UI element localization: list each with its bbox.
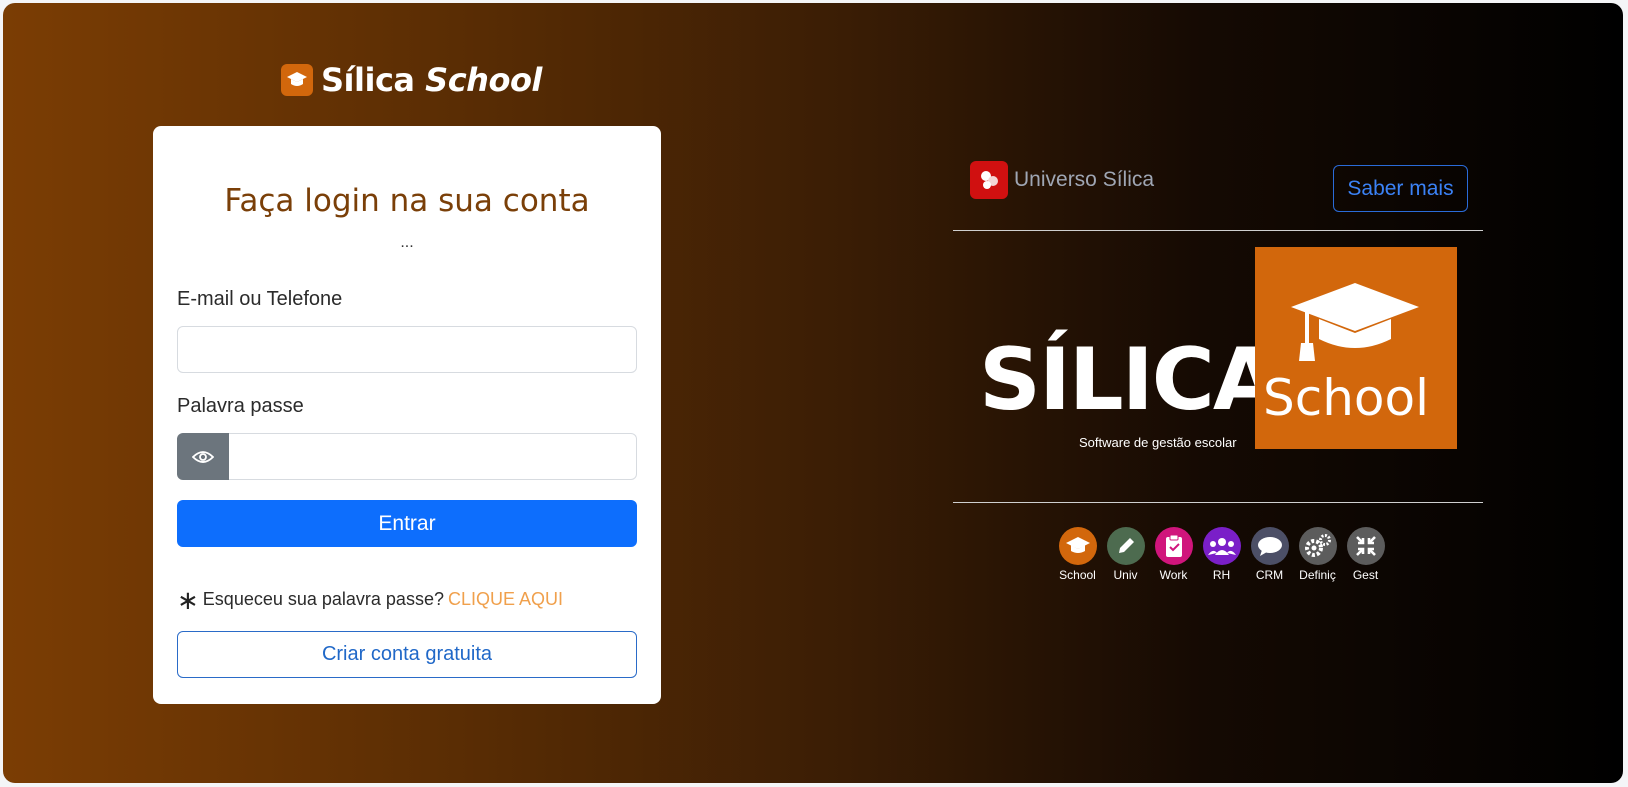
hero-logo: SÍLICA Software de gestão escolar School [953, 247, 1483, 457]
divider [953, 230, 1483, 231]
app-work[interactable]: Work [1154, 527, 1193, 582]
universe-header: Universo Sílica [970, 161, 1154, 199]
chat-bubble-icon [1250, 527, 1289, 565]
app-launcher: School Univ Work RH CRM Definiç Gest [1058, 527, 1385, 582]
password-label: Palavra passe [177, 395, 304, 417]
brand-name: Sílica School [321, 61, 542, 99]
hero-box-text: School [1263, 369, 1429, 427]
universe-name: Universo Sílica [1014, 168, 1155, 191]
graduation-cap-icon [281, 64, 313, 96]
compress-icon [1346, 527, 1385, 565]
email-label: E-mail ou Telefone [177, 288, 343, 310]
hero-box: School [1255, 247, 1457, 449]
graduation-cap-icon [1058, 527, 1097, 565]
app-univ[interactable]: Univ [1106, 527, 1145, 582]
clipboard-check-icon [1154, 527, 1193, 565]
forgot-password: ∗ Esqueceu sua palavra passe? CLIQUE AQU… [177, 584, 563, 615]
app-definicoes[interactable]: Definiç [1298, 527, 1337, 582]
universe-logo-icon [970, 161, 1008, 199]
subtitle-dots: ... [400, 234, 414, 251]
app-school[interactable]: School [1058, 527, 1097, 582]
email-field[interactable] [177, 326, 637, 373]
asterisk-icon: ∗ [177, 584, 199, 615]
create-account-button[interactable]: Criar conta gratuita [177, 631, 637, 678]
password-group [177, 433, 637, 480]
pencil-icon [1106, 527, 1145, 565]
login-button[interactable]: Entrar [177, 500, 637, 547]
page-background: Sílica School Faça login na sua conta ..… [3, 3, 1623, 783]
app-crm[interactable]: CRM [1250, 527, 1289, 582]
universe-panel: Universo Sílica Saber mais SÍLICA Softwa… [953, 153, 1483, 603]
eye-icon[interactable] [177, 433, 229, 480]
login-card: Faça login na sua conta ... E-mail ou Te… [153, 126, 661, 704]
learn-more-button[interactable]: Saber mais [1333, 165, 1468, 212]
hero-word: SÍLICA [979, 330, 1279, 430]
divider [953, 502, 1483, 503]
users-icon [1202, 527, 1241, 565]
gears-icon [1298, 527, 1337, 565]
password-field[interactable] [229, 433, 637, 480]
forgot-password-link[interactable]: CLIQUE AQUI [448, 589, 563, 610]
hero-subtitle: Software de gestão escolar [1079, 435, 1237, 450]
app-rh[interactable]: RH [1202, 527, 1241, 582]
page-title: Faça login na sua conta [224, 183, 590, 219]
brand-header: Sílica School [281, 60, 542, 100]
graduation-cap-icon [1291, 283, 1419, 361]
app-gest[interactable]: Gest [1346, 527, 1385, 582]
forgot-text: Esqueceu sua palavra passe? [202, 589, 444, 609]
